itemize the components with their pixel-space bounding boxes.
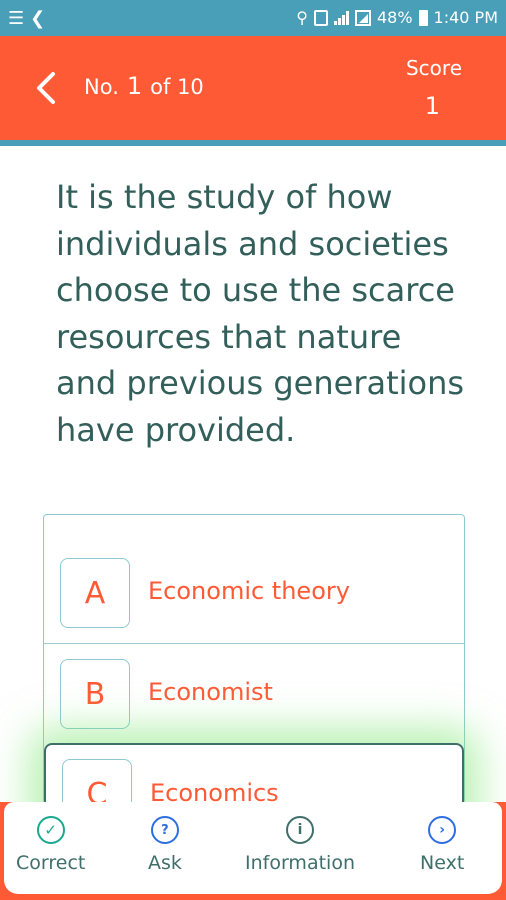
question-counter: No. 1 of 10 [84, 72, 204, 100]
option-text: Economist [148, 678, 273, 706]
option-letter: B [60, 659, 130, 729]
nav-label: Correct [16, 852, 86, 874]
status-left: ☰ ❮ [8, 8, 45, 29]
question-text: It is the study of how individuals and s… [56, 178, 465, 449]
back-button[interactable] [26, 68, 66, 108]
info-circle-icon: i [285, 816, 314, 844]
answer-options: A Economic theory B Economist C Economic… [43, 514, 465, 843]
score-value: 1 [424, 92, 440, 120]
nav-label: Ask [148, 852, 182, 874]
quiz-header: No. 1 of 10 Score 1 [0, 36, 506, 140]
notification-icon [313, 9, 328, 26]
counter-suffix: of 10 [150, 75, 204, 99]
clock: 1:40 PM [433, 8, 498, 27]
bottom-nav-card: ✓ Correct ? Ask i Information › Next [4, 802, 502, 894]
back-arrow-icon: ❮ [30, 8, 46, 29]
bottom-nav: ✓ Correct ? Ask i Information › Next [0, 802, 506, 900]
battery-icon [418, 9, 428, 26]
check-circle-icon: ✓ [36, 816, 65, 844]
option-text: Economic theory [148, 577, 350, 605]
counter-number: 1 [126, 72, 143, 100]
wifi-call-icon: ⚲ [296, 8, 308, 27]
sim-icon [354, 9, 371, 26]
chevron-left-icon [37, 72, 55, 104]
question-circle-icon: ? [150, 816, 179, 844]
menu-icon: ☰ [8, 8, 25, 29]
information-button[interactable]: i Information [245, 816, 355, 874]
status-bar: ☰ ❮ ⚲ 48% 1:40 PM [0, 0, 506, 36]
header-divider [0, 140, 506, 146]
status-right: ⚲ 48% 1:40 PM [296, 8, 498, 27]
option-a[interactable]: A Economic theory [44, 543, 464, 643]
next-button[interactable]: › Next [420, 816, 464, 874]
nav-label: Next [420, 852, 465, 874]
option-b[interactable]: B Economist [44, 643, 464, 743]
correct-button[interactable]: ✓ Correct [16, 816, 85, 874]
score-label: Score [405, 56, 462, 80]
signal-icon [333, 10, 349, 25]
ask-button[interactable]: ? Ask [148, 816, 182, 874]
counter-prefix: No. [84, 75, 119, 99]
battery-text: 48% [376, 8, 413, 27]
chevron-right-circle-icon: › [428, 816, 457, 844]
nav-label: Information [245, 852, 355, 874]
option-letter: A [60, 558, 130, 628]
